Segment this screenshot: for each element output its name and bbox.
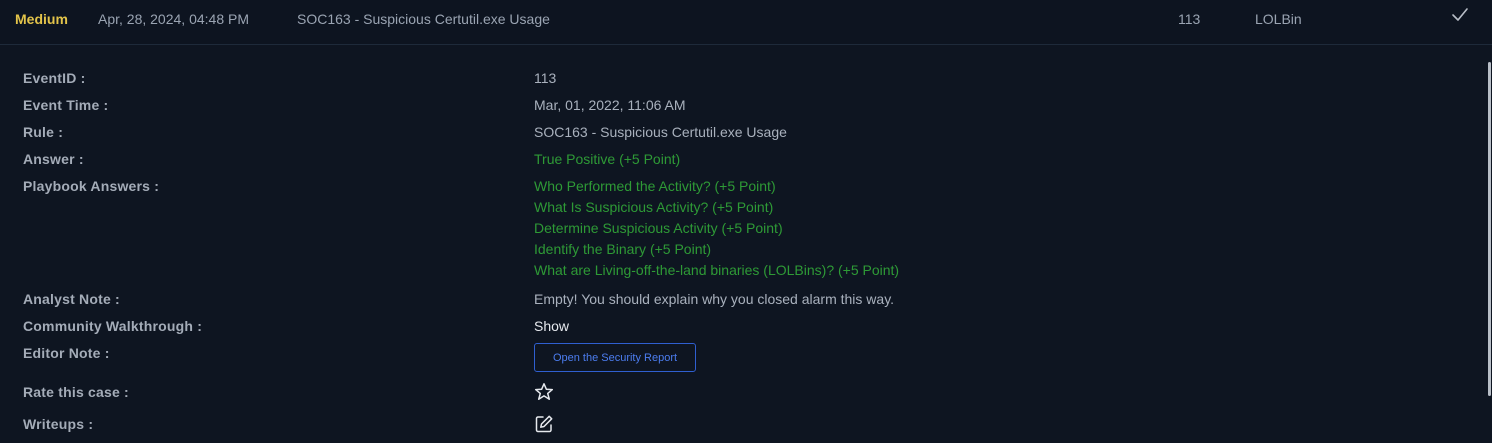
alert-event-id: 113: [1178, 11, 1201, 27]
event-id-value: 113: [534, 70, 557, 86]
event-time-label: Event Time :: [23, 97, 109, 113]
answer-label: Answer :: [23, 151, 84, 167]
scrollbar-thumb[interactable]: [1488, 62, 1491, 396]
playbook-answer-item: Determine Suspicious Activity (+5 Point): [534, 220, 783, 236]
analyst-note-label: Analyst Note :: [23, 291, 120, 307]
event-time-value: Mar, 01, 2022, 11:06 AM: [534, 97, 686, 113]
event-id-label: EventID :: [23, 70, 86, 86]
playbook-answers-label: Playbook Answers :: [23, 178, 160, 194]
playbook-answer-item: Identify the Binary (+5 Point): [534, 241, 712, 257]
playbook-answer-item: What are Living-off-the-land binaries (L…: [534, 262, 900, 278]
rule-value: SOC163 - Suspicious Certutil.exe Usage: [534, 124, 787, 140]
editor-note-label: Editor Note :: [23, 345, 110, 361]
rule-label: Rule :: [23, 124, 64, 140]
alert-rule-name: SOC163 - Suspicious Certutil.exe Usage: [297, 11, 550, 27]
alert-date: Apr, 28, 2024, 04:48 PM: [98, 11, 249, 27]
case-detail-page: Medium Apr, 28, 2024, 04:48 PM SOC163 - …: [0, 0, 1492, 443]
check-icon: [1451, 6, 1469, 28]
alert-row[interactable]: Medium Apr, 28, 2024, 04:48 PM SOC163 - …: [0, 0, 1492, 45]
writeups-label: Writeups :: [23, 416, 94, 432]
answer-value: True Positive (+5 Point): [534, 151, 681, 167]
show-walkthrough-link[interactable]: Show: [534, 317, 569, 335]
playbook-answer-item: Who Performed the Activity? (+5 Point): [534, 178, 776, 194]
edit-icon[interactable]: [534, 414, 554, 434]
open-security-report-button[interactable]: Open the Security Report: [534, 343, 696, 372]
community-walkthrough-label: Community Walkthrough :: [23, 318, 203, 334]
star-icon[interactable]: [534, 382, 554, 402]
rate-case-label: Rate this case :: [23, 384, 129, 400]
analyst-note-value: Empty! You should explain why you closed…: [534, 291, 895, 307]
playbook-answer-item: What Is Suspicious Activity? (+5 Point): [534, 199, 774, 215]
alert-category: LOLBin: [1255, 11, 1302, 27]
severity-label: Medium: [15, 11, 68, 27]
